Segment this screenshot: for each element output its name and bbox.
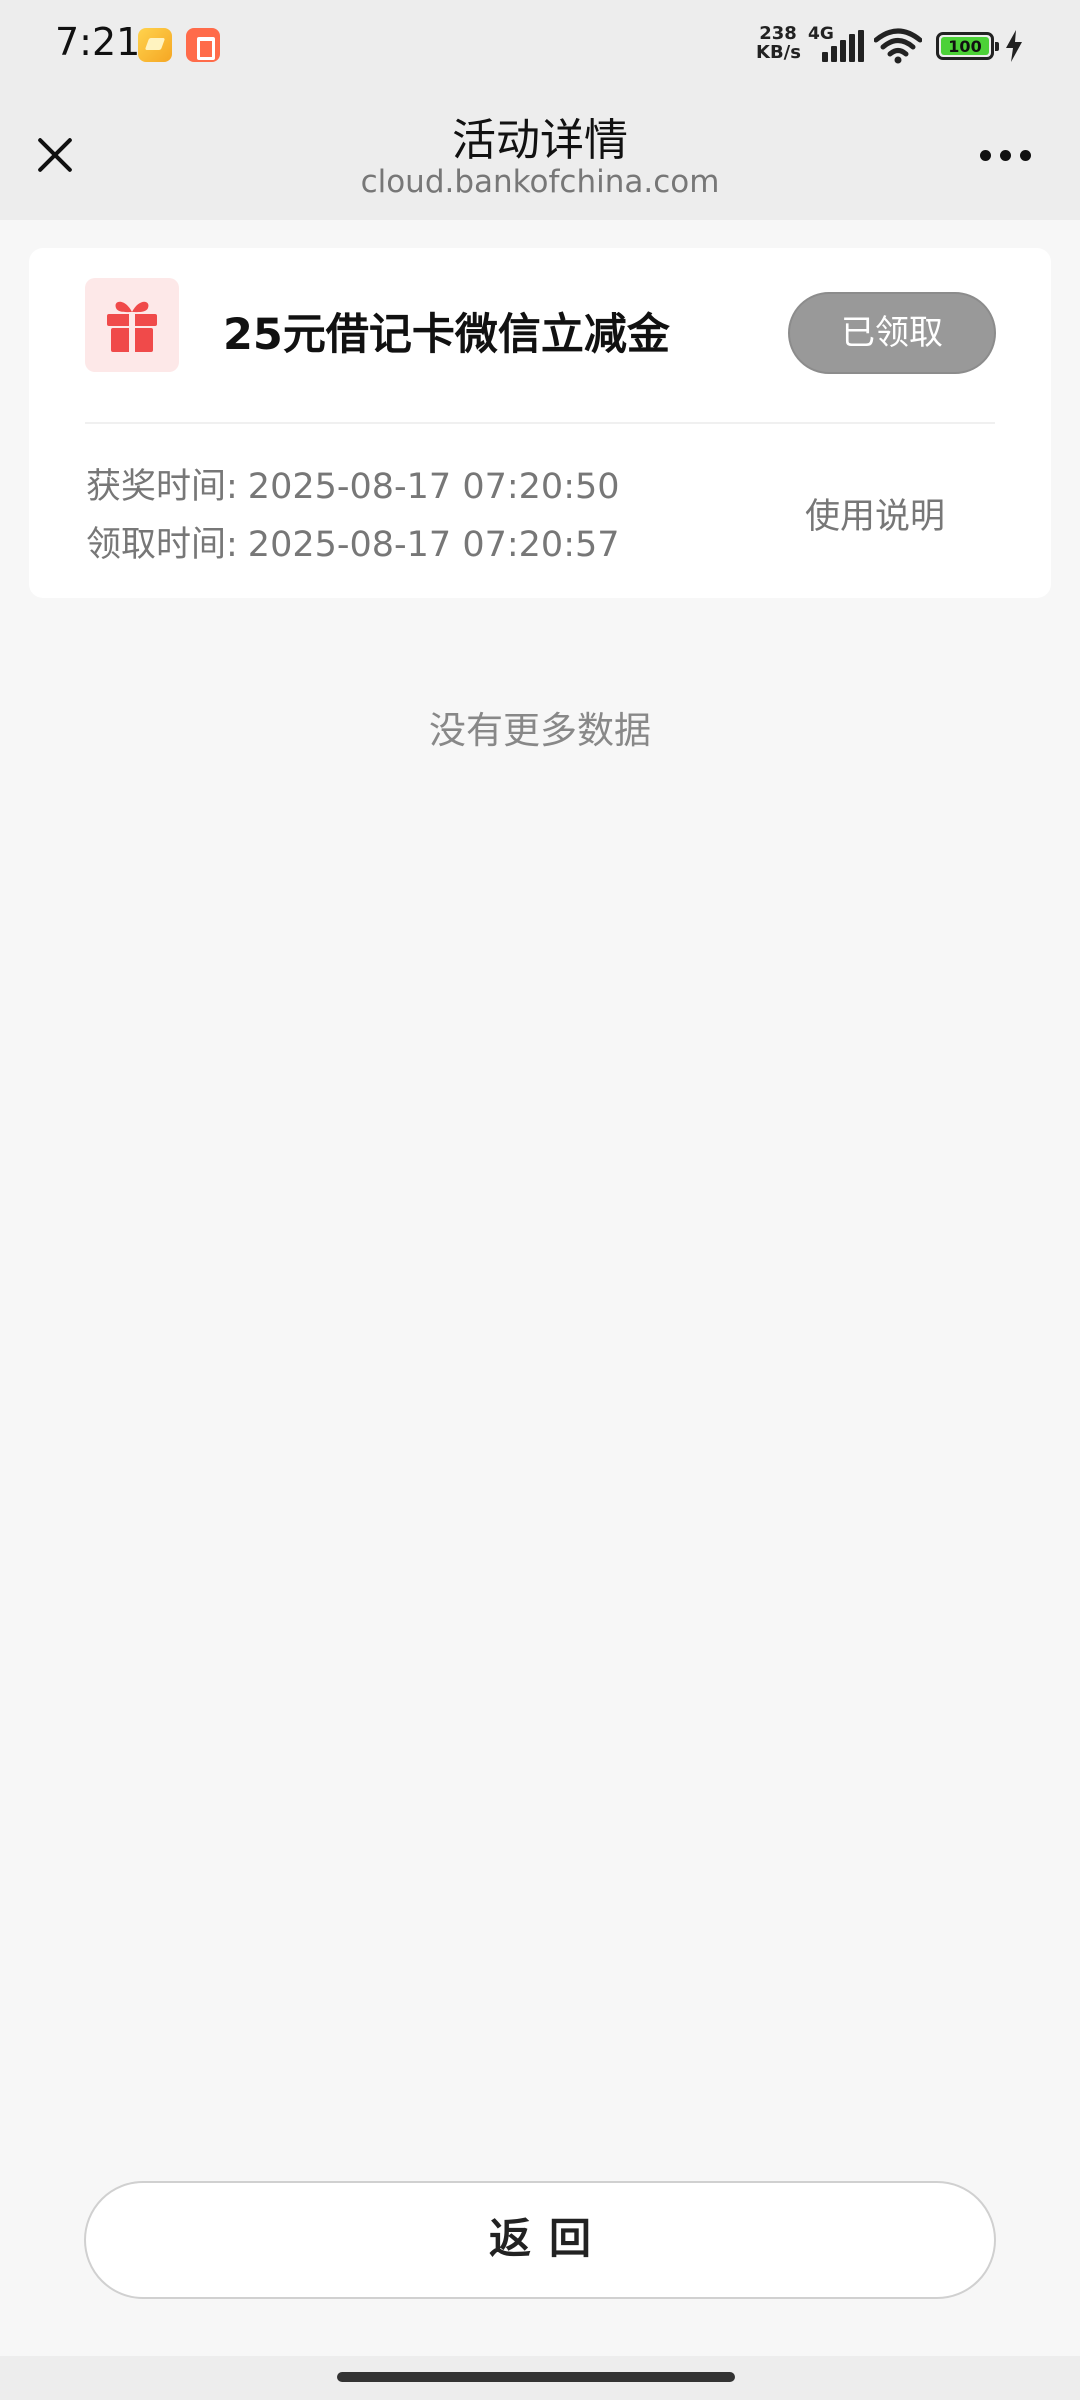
- claim-time-label: 领取时间:: [86, 525, 238, 565]
- status-time: 7:21: [55, 20, 141, 64]
- no-more-data-text: 没有更多数据: [429, 709, 651, 752]
- charging-icon: [1006, 30, 1022, 62]
- top-nav-bar: 活动详情 cloud.bankofchina.com: [0, 90, 1080, 220]
- claim-time-value: 2025-08-17 07:20:57: [247, 525, 620, 565]
- network-speed-unit: KB/s: [756, 42, 801, 63]
- clipboard-app-icon: [186, 28, 220, 62]
- back-button[interactable]: 返回: [84, 2181, 996, 2299]
- divider: [85, 422, 995, 424]
- signal-icon: [822, 30, 866, 62]
- gesture-bar: [0, 2356, 1080, 2400]
- usage-instructions-link[interactable]: 使用说明: [805, 488, 945, 539]
- page-url: cloud.bankofchina.com: [360, 164, 720, 200]
- reward-title: 25元借记卡微信立减金: [223, 310, 670, 360]
- battery-icon: 100: [936, 32, 999, 60]
- reward-card: 25元借记卡微信立减金 已领取 获奖时间: 2025-08-17 07:20:50…: [29, 248, 1051, 598]
- notes-app-icon: [138, 28, 172, 62]
- gift-icon: [85, 278, 179, 372]
- more-icon[interactable]: [976, 140, 1036, 170]
- network-speed: 238 KB/s: [756, 23, 801, 63]
- award-time-value: 2025-08-17 07:20:50: [247, 467, 620, 507]
- award-time-label: 获奖时间:: [86, 467, 238, 507]
- wifi-icon: [874, 28, 922, 64]
- page-title: 活动详情: [452, 115, 628, 166]
- claimed-status-button[interactable]: 已领取: [788, 292, 996, 374]
- battery-level: 100: [941, 37, 989, 56]
- award-time-row: 获奖时间: 2025-08-17 07:20:50: [86, 458, 620, 509]
- home-indicator[interactable]: [337, 2372, 735, 2382]
- network-speed-value: 238: [759, 23, 797, 44]
- claim-time-row: 领取时间: 2025-08-17 07:20:57: [86, 516, 620, 567]
- status-bar: 7:21 238 KB/s 4G 100: [0, 0, 1080, 90]
